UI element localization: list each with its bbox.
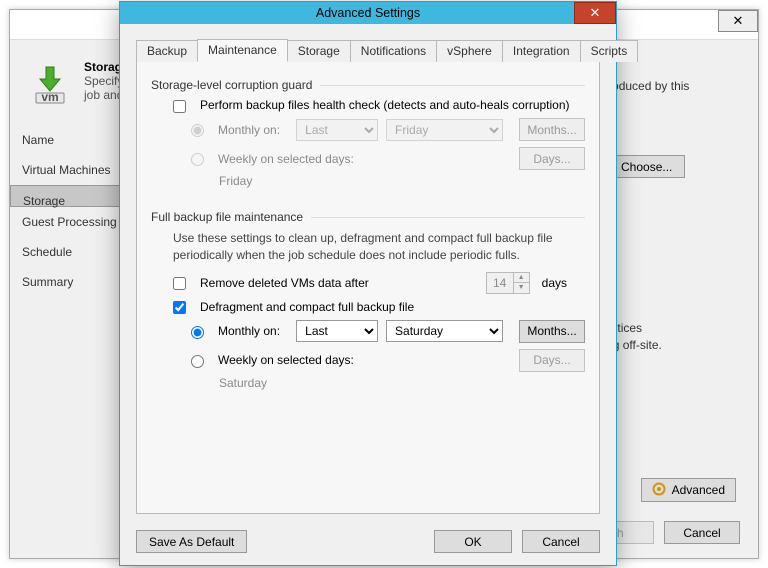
choose-button[interactable]: Choose... bbox=[608, 155, 685, 178]
advanced-settings-dialog: Advanced Settings ✕ Backup Maintenance S… bbox=[119, 1, 617, 566]
save-default-button[interactable]: Save As Default bbox=[136, 530, 247, 553]
g1-monthly-radio bbox=[191, 124, 204, 137]
tab-content: Storage-level corruption guard Perform b… bbox=[136, 62, 600, 514]
spin-up-icon: ▲ bbox=[514, 273, 529, 284]
tab-storage[interactable]: Storage bbox=[287, 40, 351, 62]
parent-close-button[interactable]: ✕ bbox=[718, 10, 758, 32]
group-full-backup-maint: Full backup file maintenance bbox=[151, 210, 585, 224]
g2-weekly-summary: Saturday bbox=[219, 376, 267, 390]
dialog-close-button[interactable]: ✕ bbox=[574, 2, 616, 24]
remove-days-value bbox=[487, 273, 513, 293]
gear-icon bbox=[652, 482, 666, 499]
tab-maintenance[interactable]: Maintenance bbox=[197, 39, 288, 62]
ok-button[interactable]: OK bbox=[434, 530, 512, 553]
g2-monthly-label: Monthly on: bbox=[218, 324, 288, 338]
tab-scripts[interactable]: Scripts bbox=[580, 40, 639, 62]
g1-months-button: Months... bbox=[519, 118, 585, 141]
defragment-label: Defragment and compact full backup file bbox=[200, 300, 414, 314]
g2-description: Use these settings to clean up, defragme… bbox=[173, 230, 585, 264]
dialog-title: Advanced Settings bbox=[316, 6, 420, 20]
tab-vsphere[interactable]: vSphere bbox=[436, 40, 503, 62]
spin-down-icon: ▼ bbox=[514, 283, 529, 293]
g1-week-select: Last bbox=[296, 119, 378, 141]
tab-integration[interactable]: Integration bbox=[502, 40, 581, 62]
cancel-button[interactable]: Cancel bbox=[522, 530, 600, 553]
g2-week-select[interactable]: Last bbox=[296, 320, 378, 342]
dialog-footer: Save As Default OK Cancel bbox=[120, 522, 616, 565]
g2-months-button[interactable]: Months... bbox=[519, 320, 585, 343]
health-check-checkbox[interactable] bbox=[173, 100, 186, 113]
svg-text:vm: vm bbox=[41, 90, 58, 104]
health-check-label: Perform backup files health check (detec… bbox=[200, 98, 570, 112]
remove-days-spinner: ▲▼ bbox=[486, 272, 530, 294]
g2-monthly-radio[interactable] bbox=[191, 326, 204, 339]
tab-notifications[interactable]: Notifications bbox=[350, 40, 437, 62]
parent-cancel-button[interactable]: Cancel bbox=[664, 521, 740, 544]
g1-day-select: Friday bbox=[386, 119, 503, 141]
advanced-button[interactable]: Advanced bbox=[641, 478, 736, 502]
g2-weekly-radio[interactable] bbox=[191, 355, 204, 368]
group-corruption-guard: Storage-level corruption guard bbox=[151, 78, 585, 92]
g1-weekly-label: Weekly on selected days: bbox=[218, 152, 354, 166]
g1-days-button: Days... bbox=[519, 147, 585, 170]
g1-weekly-radio bbox=[191, 153, 204, 166]
g2-days-button: Days... bbox=[519, 349, 585, 372]
storage-icon: vm bbox=[30, 65, 70, 105]
g2-day-select[interactable]: Saturday bbox=[386, 320, 503, 342]
days-unit-label: days bbox=[542, 276, 567, 290]
advanced-label: Advanced bbox=[672, 483, 725, 497]
g2-weekly-label: Weekly on selected days: bbox=[218, 353, 354, 367]
g1-weekly-summary: Friday bbox=[219, 174, 252, 188]
remove-deleted-label: Remove deleted VMs data after bbox=[200, 276, 369, 290]
g1-monthly-label: Monthly on: bbox=[218, 123, 288, 137]
defragment-checkbox[interactable] bbox=[173, 301, 186, 314]
tab-strip: Backup Maintenance Storage Notifications… bbox=[136, 38, 600, 62]
dialog-titlebar: Advanced Settings ✕ bbox=[120, 2, 616, 24]
tab-backup[interactable]: Backup bbox=[136, 40, 198, 62]
remove-deleted-checkbox[interactable] bbox=[173, 277, 186, 290]
